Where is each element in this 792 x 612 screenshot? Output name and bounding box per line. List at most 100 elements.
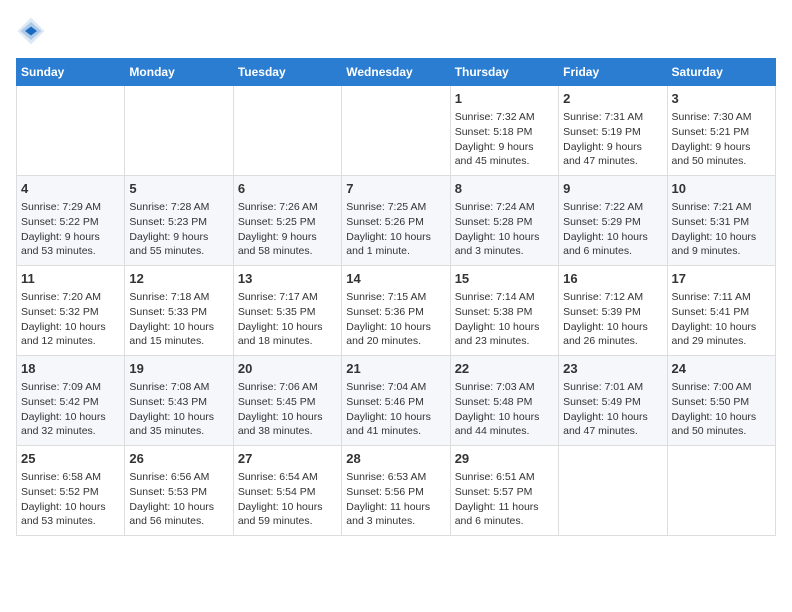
day-info: Sunrise: 7:00 AM Sunset: 5:50 PM Dayligh… [672,380,771,439]
day-info: Sunrise: 7:30 AM Sunset: 5:21 PM Dayligh… [672,110,771,169]
calendar-cell: 15 Sunrise: 7:14 AM Sunset: 5:38 PM Dayli… [450,266,558,356]
calendar-cell: 28Sunrise: 6:53 AM Sunset: 5:56 PM Dayli… [342,446,450,536]
calendar-cell [667,446,775,536]
day-info: Sunrise: 7:14 AM Sunset: 5:38 PM Dayligh… [455,290,554,349]
day-info: Sunrise: 7:03 AM Sunset: 5:48 PM Dayligh… [455,380,554,439]
calendar-header-row: SundayMondayTuesdayWednesdayThursdayFrid… [17,59,776,86]
calendar-cell: 3 Sunrise: 7:30 AM Sunset: 5:21 PM Daylig… [667,86,775,176]
day-info: Sunrise: 7:29 AM Sunset: 5:22 PM Dayligh… [21,200,120,259]
calendar-cell [342,86,450,176]
day-number: 29 [455,450,554,468]
calendar-cell: 14Sunrise: 7:15 AM Sunset: 5:36 PM Dayli… [342,266,450,356]
calendar-cell: 29 Sunrise: 6:51 AM Sunset: 5:57 PM Dayli… [450,446,558,536]
calendar-cell [17,86,125,176]
calendar-cell: 18 Sunrise: 7:09 AM Sunset: 5:42 PM Dayli… [17,356,125,446]
calendar-cell: 2 Sunrise: 7:31 AM Sunset: 5:19 PM Daylig… [559,86,667,176]
day-number: 19 [129,360,228,378]
day-number: 28 [346,450,445,468]
calendar-week-row: 18 Sunrise: 7:09 AM Sunset: 5:42 PM Dayli… [17,356,776,446]
calendar-cell: 17 Sunrise: 7:11 AM Sunset: 5:41 PM Dayli… [667,266,775,356]
calendar-week-row: 1 Sunrise: 7:32 AM Sunset: 5:18 PM Daylig… [17,86,776,176]
calendar-cell: 12 Sunrise: 7:18 AM Sunset: 5:33 PM Dayli… [125,266,233,356]
calendar-cell: 10 Sunrise: 7:21 AM Sunset: 5:31 PM Dayli… [667,176,775,266]
calendar-week-row: 11Sunrise: 7:20 AM Sunset: 5:32 PM Dayli… [17,266,776,356]
day-info: Sunrise: 7:25 AM Sunset: 5:26 PM Dayligh… [346,200,445,259]
day-number: 24 [672,360,771,378]
day-info: Sunrise: 7:26 AM Sunset: 5:25 PM Dayligh… [238,200,337,259]
day-info: Sunrise: 7:01 AM Sunset: 5:49 PM Dayligh… [563,380,662,439]
column-header-saturday: Saturday [667,59,775,86]
day-info: Sunrise: 7:04 AM Sunset: 5:46 PM Dayligh… [346,380,445,439]
day-info: Sunrise: 6:54 AM Sunset: 5:54 PM Dayligh… [238,470,337,529]
calendar-cell [125,86,233,176]
day-number: 7 [346,180,445,198]
day-number: 2 [563,90,662,108]
calendar-cell: 6 Sunrise: 7:26 AM Sunset: 5:25 PM Daylig… [233,176,341,266]
day-number: 16 [563,270,662,288]
day-info: Sunrise: 6:51 AM Sunset: 5:57 PM Dayligh… [455,470,554,529]
calendar-cell: 22Sunrise: 7:03 AM Sunset: 5:48 PM Dayli… [450,356,558,446]
calendar-cell: 4 Sunrise: 7:29 AM Sunset: 5:22 PM Daylig… [17,176,125,266]
page-header [16,16,776,46]
day-info: Sunrise: 7:06 AM Sunset: 5:45 PM Dayligh… [238,380,337,439]
day-info: Sunrise: 6:56 AM Sunset: 5:53 PM Dayligh… [129,470,228,529]
day-info: Sunrise: 7:32 AM Sunset: 5:18 PM Dayligh… [455,110,554,169]
day-number: 13 [238,270,337,288]
day-number: 14 [346,270,445,288]
calendar-cell: 16 Sunrise: 7:12 AM Sunset: 5:39 PM Dayli… [559,266,667,356]
column-header-tuesday: Tuesday [233,59,341,86]
column-header-sunday: Sunday [17,59,125,86]
calendar-cell: 21 Sunrise: 7:04 AM Sunset: 5:46 PM Dayli… [342,356,450,446]
column-header-monday: Monday [125,59,233,86]
column-header-thursday: Thursday [450,59,558,86]
calendar-cell: 20 Sunrise: 7:06 AM Sunset: 5:45 PM Dayli… [233,356,341,446]
day-number: 23 [563,360,662,378]
logo [16,16,50,46]
calendar-week-row: 4 Sunrise: 7:29 AM Sunset: 5:22 PM Daylig… [17,176,776,266]
day-number: 4 [21,180,120,198]
day-number: 15 [455,270,554,288]
day-info: Sunrise: 7:18 AM Sunset: 5:33 PM Dayligh… [129,290,228,349]
day-number: 17 [672,270,771,288]
calendar-cell: 26Sunrise: 6:56 AM Sunset: 5:53 PM Dayli… [125,446,233,536]
calendar-cell: 5 Sunrise: 7:28 AM Sunset: 5:23 PM Daylig… [125,176,233,266]
column-header-wednesday: Wednesday [342,59,450,86]
day-number: 10 [672,180,771,198]
calendar-cell: 27Sunrise: 6:54 AM Sunset: 5:54 PM Dayli… [233,446,341,536]
day-info: Sunrise: 7:11 AM Sunset: 5:41 PM Dayligh… [672,290,771,349]
day-info: Sunrise: 7:21 AM Sunset: 5:31 PM Dayligh… [672,200,771,259]
day-number: 9 [563,180,662,198]
day-number: 5 [129,180,228,198]
day-number: 3 [672,90,771,108]
day-number: 6 [238,180,337,198]
calendar-cell: 24 Sunrise: 7:00 AM Sunset: 5:50 PM Dayli… [667,356,775,446]
day-info: Sunrise: 7:17 AM Sunset: 5:35 PM Dayligh… [238,290,337,349]
day-number: 11 [21,270,120,288]
calendar-table: SundayMondayTuesdayWednesdayThursdayFrid… [16,58,776,536]
day-info: Sunrise: 7:31 AM Sunset: 5:19 PM Dayligh… [563,110,662,169]
day-info: Sunrise: 7:24 AM Sunset: 5:28 PM Dayligh… [455,200,554,259]
calendar-cell: 23 Sunrise: 7:01 AM Sunset: 5:49 PM Dayli… [559,356,667,446]
column-header-friday: Friday [559,59,667,86]
day-number: 8 [455,180,554,198]
calendar-cell [559,446,667,536]
day-number: 25 [21,450,120,468]
calendar-cell: 11Sunrise: 7:20 AM Sunset: 5:32 PM Dayli… [17,266,125,356]
calendar-week-row: 25Sunrise: 6:58 AM Sunset: 5:52 PM Dayli… [17,446,776,536]
calendar-cell [233,86,341,176]
day-number: 20 [238,360,337,378]
day-number: 21 [346,360,445,378]
day-info: Sunrise: 7:09 AM Sunset: 5:42 PM Dayligh… [21,380,120,439]
day-info: Sunrise: 7:28 AM Sunset: 5:23 PM Dayligh… [129,200,228,259]
day-info: Sunrise: 7:12 AM Sunset: 5:39 PM Dayligh… [563,290,662,349]
day-info: Sunrise: 7:22 AM Sunset: 5:29 PM Dayligh… [563,200,662,259]
calendar-cell: 9 Sunrise: 7:22 AM Sunset: 5:29 PM Daylig… [559,176,667,266]
day-info: Sunrise: 7:08 AM Sunset: 5:43 PM Dayligh… [129,380,228,439]
calendar-cell: 8 Sunrise: 7:24 AM Sunset: 5:28 PM Daylig… [450,176,558,266]
day-number: 18 [21,360,120,378]
logo-icon [16,16,46,46]
calendar-cell: 7 Sunrise: 7:25 AM Sunset: 5:26 PM Daylig… [342,176,450,266]
day-number: 12 [129,270,228,288]
day-number: 1 [455,90,554,108]
calendar-cell: 25Sunrise: 6:58 AM Sunset: 5:52 PM Dayli… [17,446,125,536]
